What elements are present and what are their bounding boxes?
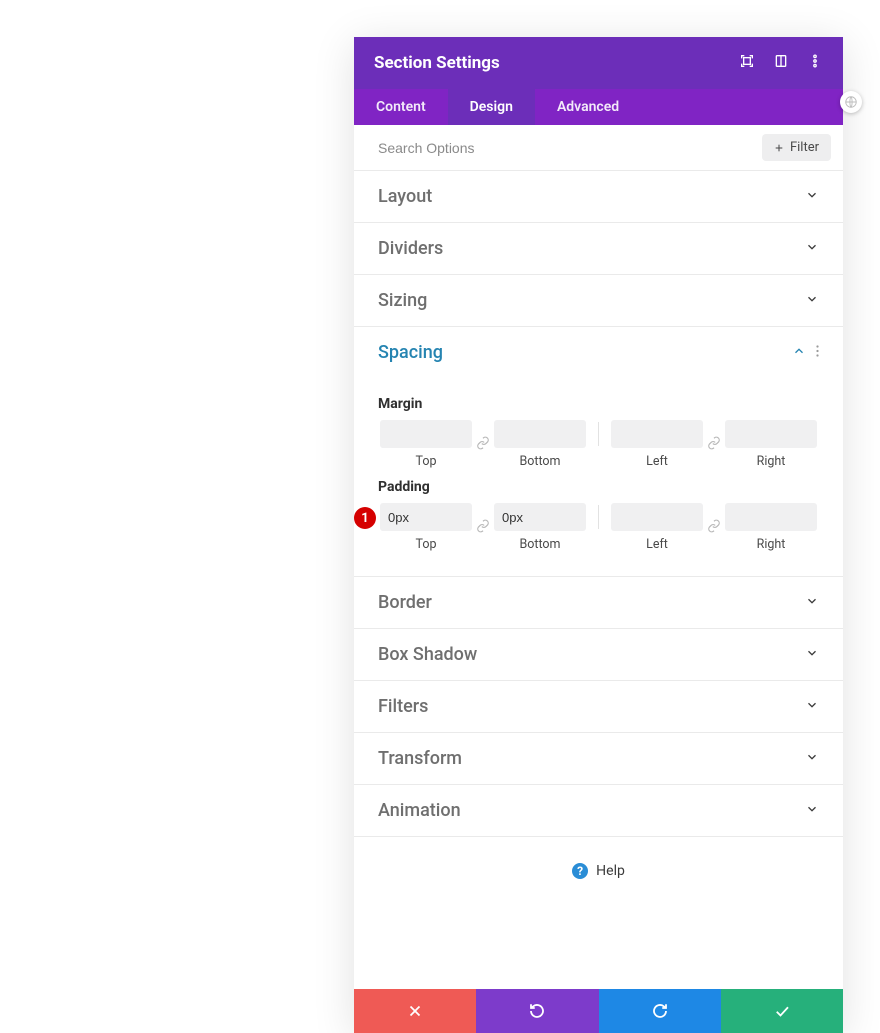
chevron-down-icon xyxy=(805,239,819,258)
expand-icon[interactable] xyxy=(739,53,755,73)
search-bar: Filter xyxy=(354,125,843,171)
section-dividers[interactable]: Dividers xyxy=(354,223,843,275)
padding-top-input[interactable] xyxy=(380,503,472,531)
margin-top-input[interactable] xyxy=(380,420,472,448)
chevron-down-icon xyxy=(805,645,819,664)
panel-header: Section Settings xyxy=(354,37,843,89)
panel-footer xyxy=(354,989,843,1033)
responsive-preview-icon[interactable] xyxy=(773,53,789,73)
chevron-down-icon xyxy=(805,187,819,206)
close-button[interactable] xyxy=(354,989,476,1033)
help-icon: ? xyxy=(572,863,588,879)
margin-label: Margin xyxy=(378,396,819,412)
section-filters[interactable]: Filters xyxy=(354,681,843,733)
filter-button[interactable]: Filter xyxy=(762,134,831,161)
link-icon[interactable] xyxy=(476,518,490,537)
chevron-down-icon xyxy=(805,801,819,820)
chevron-down-icon xyxy=(805,291,819,310)
search-input[interactable] xyxy=(378,140,762,156)
chevron-down-icon xyxy=(805,749,819,768)
spacing-body: Margin Top Bottom xyxy=(354,378,843,577)
section-box-shadow[interactable]: Box Shadow xyxy=(354,629,843,681)
margin-left-input[interactable] xyxy=(611,420,703,448)
padding-left-input[interactable] xyxy=(611,503,703,531)
filter-label: Filter xyxy=(790,140,819,155)
link-icon[interactable] xyxy=(707,518,721,537)
section-transform[interactable]: Transform xyxy=(354,733,843,785)
tabs: Content Design Advanced xyxy=(354,89,843,125)
kebab-menu-icon[interactable] xyxy=(816,343,819,362)
chevron-up-icon xyxy=(792,343,806,362)
padding-bottom-input[interactable] xyxy=(494,503,586,531)
annotation-step-1: 1 xyxy=(354,507,376,529)
save-button[interactable] xyxy=(721,989,843,1033)
help-row[interactable]: ? Help xyxy=(354,837,843,989)
tab-advanced[interactable]: Advanced xyxy=(535,89,641,125)
settings-panel: Section Settings Content Design Advanced… xyxy=(354,37,843,1033)
section-animation[interactable]: Animation xyxy=(354,785,843,837)
panel-title: Section Settings xyxy=(374,53,500,73)
padding-right-input[interactable] xyxy=(725,503,817,531)
margin-right-input[interactable] xyxy=(725,420,817,448)
margin-bottom-input[interactable] xyxy=(494,420,586,448)
tab-content[interactable]: Content xyxy=(354,89,448,125)
chevron-down-icon xyxy=(805,593,819,612)
padding-label: Padding xyxy=(378,479,819,495)
section-layout[interactable]: Layout xyxy=(354,171,843,223)
chevron-down-icon xyxy=(805,697,819,716)
help-label: Help xyxy=(596,863,625,879)
globe-icon[interactable] xyxy=(840,91,862,113)
redo-button[interactable] xyxy=(599,989,721,1033)
link-icon[interactable] xyxy=(476,435,490,454)
section-spacing[interactable]: Spacing xyxy=(354,327,843,378)
section-sizing[interactable]: Sizing xyxy=(354,275,843,327)
link-icon[interactable] xyxy=(707,435,721,454)
section-border[interactable]: Border xyxy=(354,577,843,629)
undo-button[interactable] xyxy=(476,989,598,1033)
kebab-menu-icon[interactable] xyxy=(807,53,823,73)
tab-design[interactable]: Design xyxy=(448,89,535,125)
